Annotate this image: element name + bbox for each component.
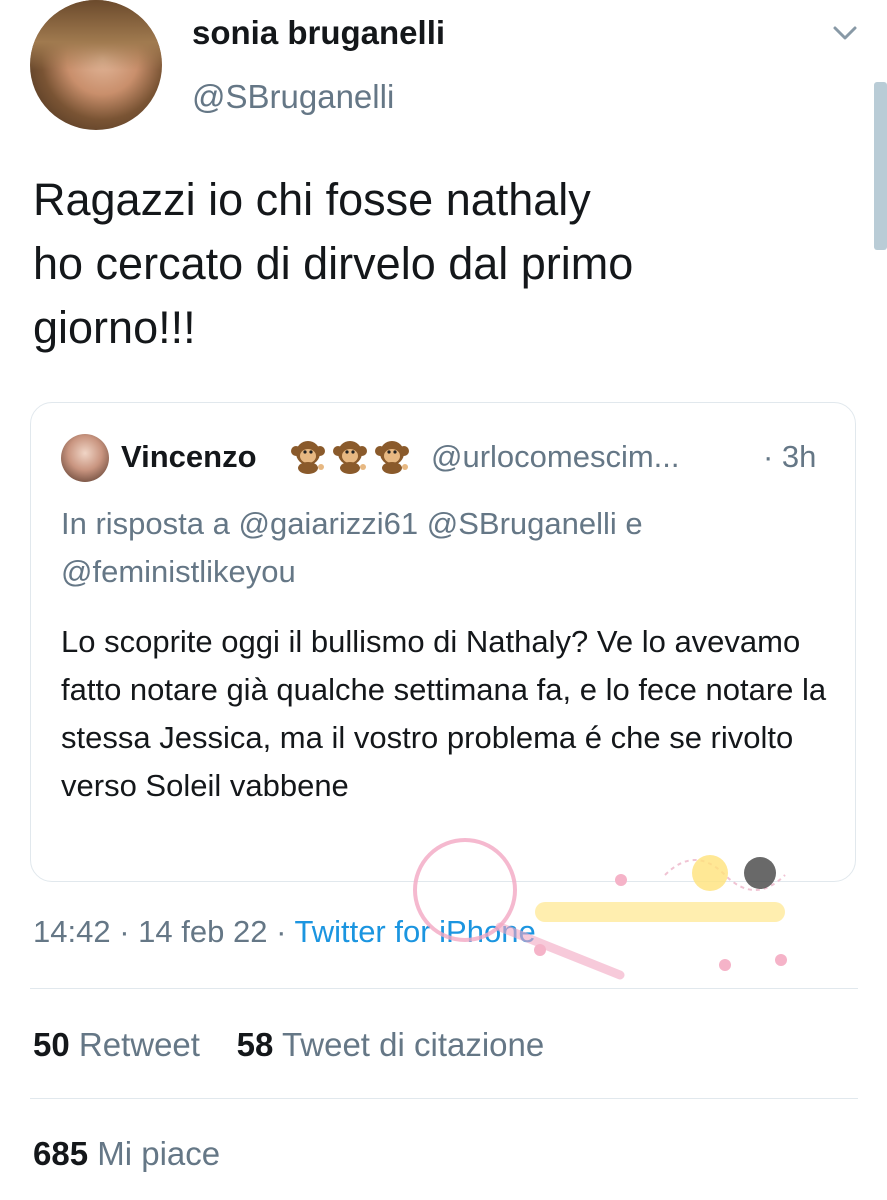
reply-to-line[interactable]: In risposta a @gaiarizzi61 @SBruganelli … [61,500,821,596]
author-handle[interactable]: @SBruganelli [192,78,394,116]
quote-tweets-stat[interactable]: 58 Tweet di citazione [237,1026,545,1063]
quoted-avatar[interactable] [61,434,109,482]
divider [30,988,858,989]
tweet-source-link[interactable]: Twitter for iPhone [294,914,535,949]
retweets-stat[interactable]: 50 Retweet [33,1026,200,1063]
monkey-icon [375,441,409,474]
quoted-tweet[interactable]: Vincenzo @urlocomescim... · 3h In rispos… [30,402,856,882]
quoted-time[interactable]: · 3h [763,439,816,475]
monkey-icon [291,441,325,474]
tweet-meta: 14:42 · 14 feb 22 · Twitter for iPhone [33,914,536,950]
quoted-handle[interactable]: @urlocomescim... [431,439,680,475]
quoted-name-emojis [289,437,411,477]
tweet-time[interactable]: 14:42 [33,914,111,949]
likes-stat[interactable]: 685 Mi piace [33,1135,220,1173]
scrollbar[interactable] [874,82,887,250]
author-avatar[interactable] [30,0,162,130]
quoted-text: Lo scoprite oggi il bullismo di Nathaly?… [61,624,827,803]
meta-separator: · [119,914,130,949]
author-name[interactable]: sonia bruganelli [192,14,445,52]
divider [30,1098,858,1099]
engagement-stats: 50 Retweet 58 Tweet di citazione [33,1026,544,1064]
chevron-down-icon[interactable] [830,18,860,48]
tweet-text: Ragazzi io chi fosse nathaly ho cercato … [33,174,634,353]
quoted-name[interactable]: Vincenzo [121,439,257,475]
meta-separator: · [276,914,287,949]
monkey-icon [333,441,367,474]
tweet-date[interactable]: 14 feb 22 [138,914,267,949]
